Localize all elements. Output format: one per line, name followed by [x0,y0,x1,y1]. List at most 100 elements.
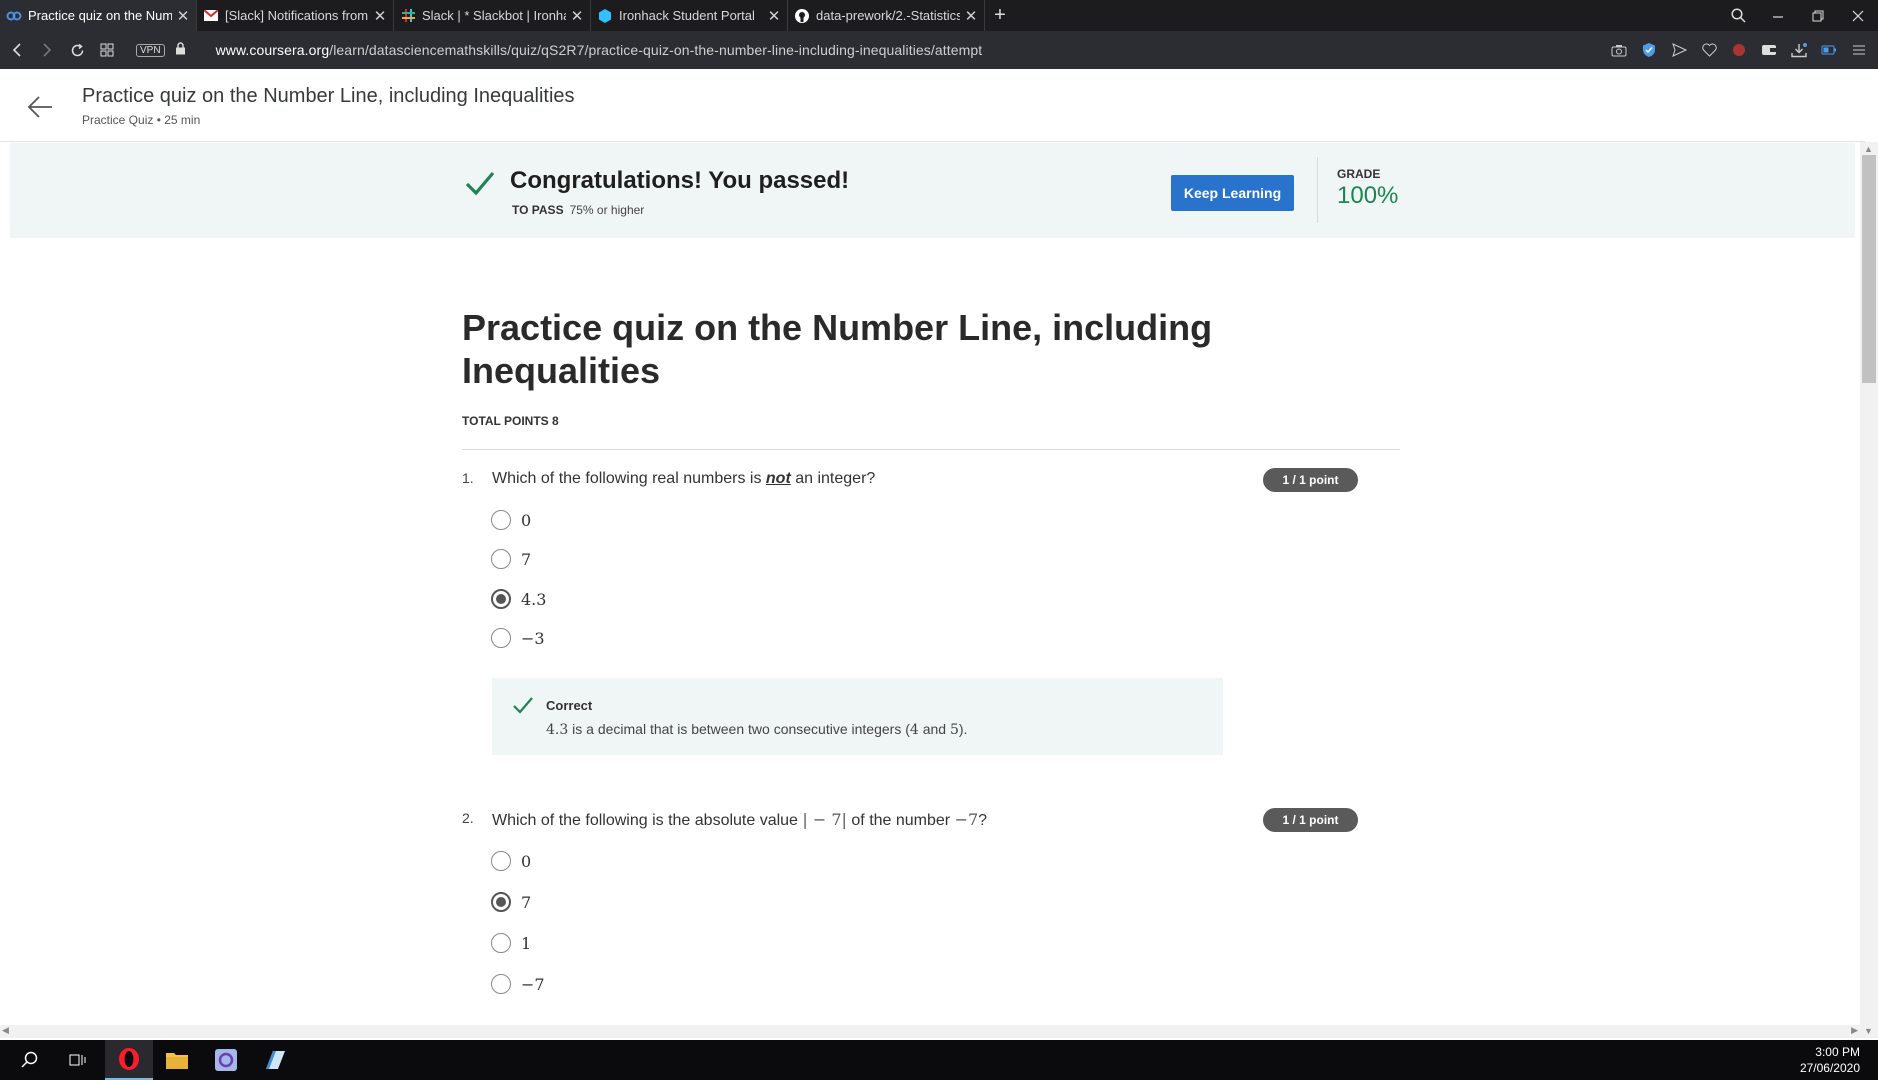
app-icon[interactable] [202,1040,250,1080]
checkmark-icon [464,167,496,199]
answer-option[interactable]: 0 [491,509,531,531]
restore-icon[interactable] [1798,0,1838,31]
new-tab-button[interactable]: + [985,0,1015,31]
system-clock[interactable]: 3:00 PM 27/06/2020 [1800,1044,1860,1076]
tab-ironhack[interactable]: Ironhack Student Portal ✕ [591,0,788,31]
ironhack-icon [597,8,613,24]
checkmark-icon [512,694,534,716]
shield-icon[interactable] [1640,41,1658,59]
keep-learning-button[interactable]: Keep Learning [1171,175,1294,211]
question-emphasis: not [765,470,791,487]
option-label: 0 [521,510,532,530]
window-controls [1718,0,1878,31]
close-window-icon[interactable] [1838,0,1878,31]
radio-button[interactable] [491,549,511,569]
camera-icon[interactable] [1610,41,1628,59]
question-text-part: Which of the following real numbers is [492,470,766,487]
browser-tab-bar: Practice quiz on the Numb ✕ [Slack] Noti… [0,0,1878,31]
feedback-math: 4 [909,722,919,738]
back-arrow-icon[interactable] [26,93,54,121]
windows-taskbar: 3:00 PM 27/06/2020 [0,1040,1878,1080]
question-text-part: ? [978,812,988,829]
notes-app-icon[interactable] [251,1040,299,1080]
answer-option[interactable]: −7 [491,973,545,995]
scroll-right-icon[interactable]: ▶ [1851,1025,1858,1036]
radio-button[interactable] [491,510,511,530]
answer-option[interactable]: 1 [491,932,531,954]
close-tab-icon[interactable]: ✕ [373,7,387,25]
option-label: 0 [521,851,532,871]
feedback-box: Correct 4.3 is a decimal that is between… [492,678,1223,755]
banner-divider [1317,157,1318,223]
url-domain: www.coursera.org [215,42,330,58]
answer-option[interactable]: −3 [491,627,545,649]
answer-option[interactable]: 7 [491,548,531,570]
downloads-icon[interactable] [1790,41,1808,59]
feedback-text: 4.3 is a decimal that is between two con… [546,721,967,738]
option-label: −7 [521,974,545,994]
clock-time: 3:00 PM [1815,1045,1860,1059]
answer-option[interactable]: 0 [491,850,531,872]
url-field[interactable]: www.coursera.org/learn/datasciencemathsk… [216,42,983,58]
close-tab-icon[interactable]: ✕ [570,7,584,25]
tab-title: [Slack] Notifications from t [225,8,369,23]
speed-dial-icon[interactable] [92,35,122,65]
heart-icon[interactable] [1700,41,1718,59]
search-icon[interactable] [6,1040,54,1080]
horizontal-scrollbar[interactable]: ◀ ▶ [0,1025,1860,1038]
extensions-area [1610,31,1868,69]
file-explorer-icon[interactable] [153,1040,201,1080]
question-number: 2. [462,810,474,826]
radio-button-selected[interactable] [491,589,511,609]
feedback-text-part: is a decimal that is between two consecu… [568,721,910,737]
close-tab-icon[interactable]: ✕ [767,7,781,25]
answer-option[interactable]: 7 [491,891,531,913]
tab-title: Practice quiz on the Numb [28,8,172,23]
quiz-title: Practice quiz on the Number Line, includ… [462,307,1213,391]
option-label: 7 [521,549,532,569]
wallet-icon[interactable] [1760,41,1778,59]
tab-github[interactable]: data-prework/2.-Statistics ✕ [788,0,985,31]
close-tab-icon[interactable]: ✕ [176,7,190,25]
tab-practice-quiz[interactable]: Practice quiz on the Numb ✕ [0,0,197,31]
send-icon[interactable] [1670,41,1688,59]
coursera-icon [6,8,22,24]
close-tab-icon[interactable]: ✕ [964,7,978,25]
tab-title: data-prework/2.-Statistics [816,8,960,23]
task-view-icon[interactable] [54,1040,102,1080]
battery-icon[interactable] [1820,41,1838,59]
menu-icon[interactable] [1850,41,1868,59]
header-subtitle: Practice Quiz • 25 min [82,113,201,127]
opera-icon[interactable] [105,1040,153,1080]
to-pass-value: 75% or higher [569,203,645,217]
points-badge: 1 / 1 point [1263,808,1358,832]
tab-gmail[interactable]: [Slack] Notifications from t ✕ [197,0,394,31]
option-label: 7 [521,892,532,912]
tab-slack[interactable]: Slack | * Slackbot | Ironhack ✕ [394,0,591,31]
vpn-badge[interactable]: VPN [136,43,165,57]
radio-button-selected[interactable] [491,892,511,912]
scroll-up-icon[interactable]: ▲ [1864,144,1873,154]
lock-icon[interactable] [175,42,186,58]
search-tabs-icon[interactable] [1718,0,1758,31]
question-math: −7 [954,810,979,829]
radio-button[interactable] [491,851,511,871]
feedback-text-part: and [918,721,950,737]
reload-icon[interactable] [62,35,92,65]
radio-button[interactable] [491,628,511,648]
github-icon [794,8,810,24]
scroll-left-icon[interactable]: ◀ [2,1025,9,1036]
minimize-icon[interactable] [1758,0,1798,31]
answer-option[interactable]: 4.3 [491,588,546,610]
question-number: 1. [462,470,474,486]
scroll-down-icon[interactable]: ▼ [1864,1026,1873,1036]
radio-button[interactable] [491,933,511,953]
feedback-title: Correct [546,698,593,713]
back-nav-icon[interactable] [2,35,32,65]
option-label: 4.3 [521,589,547,609]
scrollbar-thumb[interactable] [1862,155,1876,383]
total-points: TOTAL POINTS 8 [462,414,559,428]
forward-nav-icon[interactable] [32,35,62,65]
radio-button[interactable] [491,974,511,994]
extension-icon[interactable] [1730,41,1748,59]
